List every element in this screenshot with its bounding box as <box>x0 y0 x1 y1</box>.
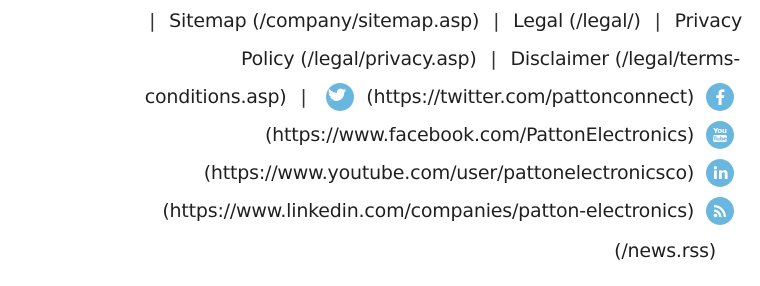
sitemap-link[interactable]: Sitemap (/company/sitemap.asp) <box>169 10 479 32</box>
footer-line-5: (https://www.youtube.com/user/pattonelec… <box>204 158 740 188</box>
separator: | <box>490 48 497 70</box>
rss-icon[interactable] <box>706 196 734 225</box>
separator: | <box>654 10 661 32</box>
privacy-link-part-2[interactable]: Policy (/legal/privacy.asp) <box>241 48 477 70</box>
footer-line-7: (/news.rss) <box>614 236 716 266</box>
youtube-icon[interactable]: You Tube <box>706 120 734 149</box>
legal-link[interactable]: Legal (/legal/) <box>513 10 641 32</box>
disclaimer-link-part-2[interactable]: conditions.asp) <box>145 86 287 108</box>
disclaimer-link-part-1[interactable]: Disclaimer (/legal/terms- <box>510 48 740 70</box>
twitter-icon[interactable] <box>326 82 355 111</box>
separator: | <box>149 10 156 32</box>
separator: | <box>300 86 307 108</box>
privacy-link-part-1[interactable]: Privacy <box>675 10 743 32</box>
facebook-icon[interactable] <box>706 82 734 111</box>
facebook-link[interactable]: (https://www.facebook.com/PattonElectron… <box>265 124 694 146</box>
rss-link[interactable]: (/news.rss) <box>614 240 716 262</box>
twitter-link[interactable]: (https://twitter.com/pattonconnect) <box>366 86 694 108</box>
footer-links: | Sitemap (/company/sitemap.asp) | Legal… <box>0 0 760 286</box>
footer-line-1: | Sitemap (/company/sitemap.asp) | Legal… <box>141 6 742 36</box>
separator: | <box>493 10 500 32</box>
footer-line-2: Policy (/legal/privacy.asp) | Disclaimer… <box>241 44 740 74</box>
youtube-link[interactable]: (https://www.youtube.com/user/pattonelec… <box>204 162 695 184</box>
linkedin-icon[interactable] <box>706 158 734 187</box>
footer-line-6: (https://www.linkedin.com/companies/patt… <box>162 196 740 226</box>
svg-text:You: You <box>712 127 727 135</box>
footer-line-4: (https://www.facebook.com/PattonElectron… <box>265 120 740 150</box>
footer-line-3: conditions.asp) | (https://twitter.com/p… <box>145 82 740 112</box>
linkedin-link[interactable]: (https://www.linkedin.com/companies/patt… <box>162 200 694 222</box>
svg-text:Tube: Tube <box>713 136 727 142</box>
